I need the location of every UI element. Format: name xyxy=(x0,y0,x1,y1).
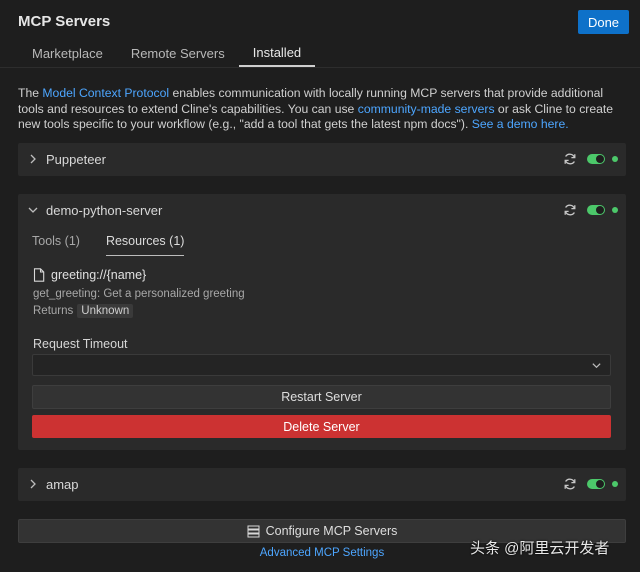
refresh-icon[interactable] xyxy=(563,203,577,217)
watermark: 头条 @阿里云开发者 xyxy=(470,540,610,557)
community-servers-link[interactable]: community-made servers xyxy=(358,102,495,116)
tab-remote-servers[interactable]: Remote Servers xyxy=(117,40,239,67)
resource-returns: Returns Unknown xyxy=(33,304,593,318)
server-card-demo-python-server: demo-python-server Tools (1) Resources (… xyxy=(18,194,626,450)
status-indicator xyxy=(612,156,618,162)
done-button[interactable]: Done xyxy=(578,10,629,34)
chevron-down-icon xyxy=(592,363,601,369)
server-header[interactable]: Puppeteer xyxy=(18,143,626,176)
intro-text: The Model Context Protocol enables commu… xyxy=(18,86,618,133)
server-card-amap: amap xyxy=(18,468,626,501)
returns-type-badge: Unknown xyxy=(77,304,134,318)
server-detail-tabs: Tools (1) Resources (1) xyxy=(32,234,185,256)
server-card-puppeteer: Puppeteer xyxy=(18,143,626,176)
advanced-label: Advanced MCP Settings xyxy=(259,547,385,559)
server-header[interactable]: amap xyxy=(18,468,626,501)
server-stack-icon xyxy=(247,525,260,537)
tab-resources[interactable]: Resources (1) xyxy=(105,234,185,256)
server-enable-toggle[interactable] xyxy=(587,205,605,215)
configure-label: Configure MCP Servers xyxy=(265,524,398,538)
file-icon xyxy=(33,268,45,282)
page-title: MCP Servers xyxy=(18,13,111,30)
model-context-protocol-link[interactable]: Model Context Protocol xyxy=(42,86,169,100)
toggle-knob xyxy=(596,206,604,214)
server-name: Puppeteer xyxy=(46,152,106,167)
tab-marketplace[interactable]: Marketplace xyxy=(18,40,117,67)
intro-text-part: The xyxy=(18,86,43,100)
status-indicator xyxy=(612,481,618,487)
chevron-down-icon xyxy=(28,207,38,213)
request-timeout-select[interactable] xyxy=(32,354,611,376)
delete-server-button[interactable]: Delete Server xyxy=(32,415,611,438)
tab-installed[interactable]: Installed xyxy=(238,40,316,67)
tab-tools[interactable]: Tools (1) xyxy=(32,234,80,256)
server-header[interactable]: demo-python-server xyxy=(18,194,626,227)
restart-server-button[interactable]: Restart Server xyxy=(32,385,611,409)
refresh-icon[interactable] xyxy=(563,152,577,166)
server-name: demo-python-server xyxy=(46,203,163,218)
chevron-right-icon xyxy=(30,479,36,489)
resource-uri: greeting://{name} xyxy=(51,268,147,282)
tab-divider xyxy=(0,67,640,68)
refresh-icon[interactable] xyxy=(563,477,577,491)
toggle-knob xyxy=(596,480,604,488)
server-enable-toggle[interactable] xyxy=(587,479,605,489)
resource-item: greeting://{name} get_greeting: Get a pe… xyxy=(33,268,593,318)
request-timeout-label: Request Timeout xyxy=(33,337,128,351)
status-indicator xyxy=(612,207,618,213)
returns-label: Returns xyxy=(33,305,74,317)
demo-link[interactable]: See a demo here. xyxy=(472,117,569,131)
header: MCP Servers Done xyxy=(0,0,640,40)
chevron-right-icon xyxy=(30,154,36,164)
tab-bar: Marketplace Remote Servers Installed xyxy=(18,40,316,68)
server-name: amap xyxy=(46,477,79,492)
toggle-knob xyxy=(596,155,604,163)
resource-uri-row: greeting://{name} xyxy=(33,268,593,282)
server-enable-toggle[interactable] xyxy=(587,154,605,164)
resource-description: get_greeting: Get a personalized greetin… xyxy=(33,288,245,300)
